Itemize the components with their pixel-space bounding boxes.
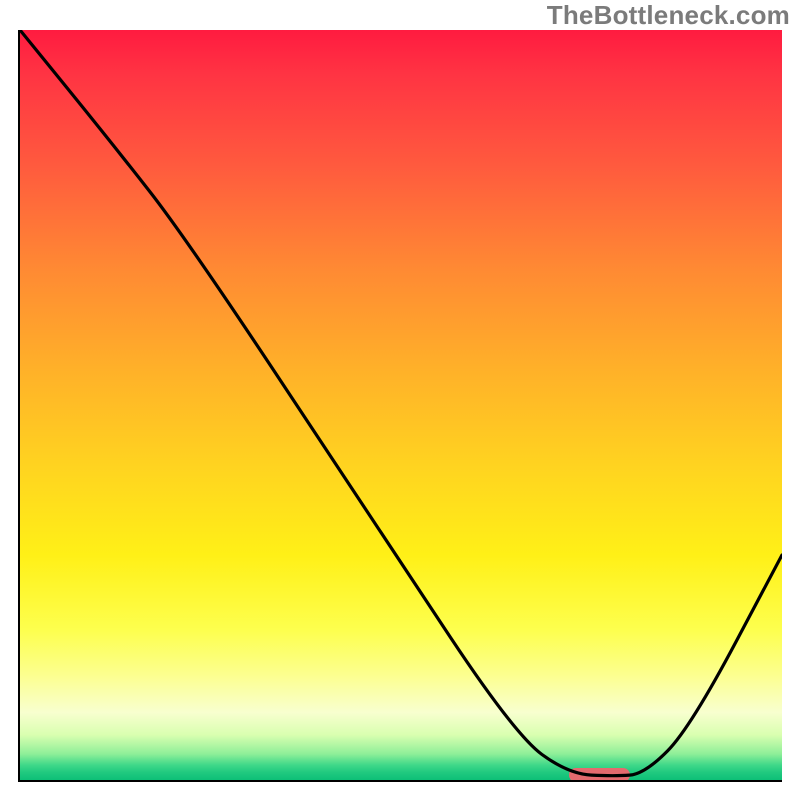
watermark: TheBottleneck.com bbox=[547, 0, 790, 31]
chart-container: TheBottleneck.com bbox=[0, 0, 800, 800]
plot-area bbox=[18, 30, 782, 782]
bottleneck-curve bbox=[20, 30, 782, 780]
